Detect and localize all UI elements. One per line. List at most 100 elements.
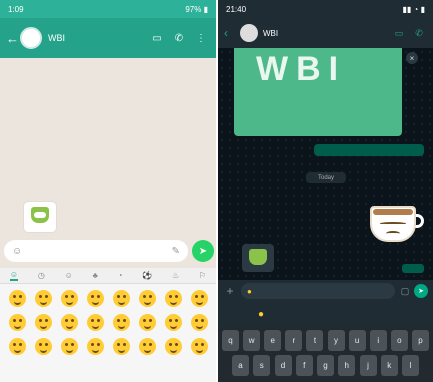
- key-d[interactable]: d: [274, 355, 292, 376]
- smiley-icon: [112, 337, 130, 355]
- emoji-key[interactable]: [30, 286, 56, 310]
- emoji-key[interactable]: [186, 286, 212, 310]
- emoji-key[interactable]: [4, 286, 30, 310]
- video-call-icon[interactable]: ▭: [391, 28, 407, 39]
- smiley-icon: [112, 289, 130, 307]
- contact-name[interactable]: WBI: [263, 29, 387, 38]
- attach-icon[interactable]: ✎: [172, 246, 180, 257]
- emoji-key[interactable]: [108, 310, 134, 334]
- emoji-key[interactable]: [134, 310, 160, 334]
- key-l[interactable]: l: [402, 355, 419, 376]
- key-g[interactable]: g: [317, 355, 334, 376]
- smiley-icon: [138, 289, 156, 307]
- emoji-key[interactable]: [82, 286, 108, 310]
- key-i[interactable]: i: [369, 330, 387, 351]
- voice-call-icon[interactable]: ✆: [170, 33, 188, 44]
- emoji-tab[interactable]: ♨: [172, 271, 179, 280]
- outgoing-message[interactable]: [314, 144, 424, 156]
- message-input[interactable]: ●: [241, 283, 395, 299]
- send-button[interactable]: ➤: [192, 240, 214, 262]
- emoji-tab[interactable]: ♣: [93, 271, 98, 280]
- key-e[interactable]: e: [264, 330, 282, 351]
- smiley-icon: [138, 337, 156, 355]
- smiley-icon: [112, 313, 130, 331]
- emoji-tab[interactable]: ☺: [65, 271, 73, 280]
- key-f[interactable]: f: [295, 355, 313, 376]
- smiley-icon: [138, 313, 156, 331]
- image-logo-text: WBI: [256, 50, 347, 88]
- emoji-key[interactable]: [160, 334, 186, 358]
- more-options-icon[interactable]: ⋮: [192, 33, 210, 44]
- emoji-icon[interactable]: ●: [247, 287, 252, 296]
- key-y[interactable]: y: [327, 330, 345, 351]
- key-h[interactable]: h: [338, 355, 356, 376]
- smiley-icon: [8, 313, 26, 331]
- status-indicators: ▮▮ ◔ ▮: [402, 4, 425, 14]
- key-s[interactable]: s: [253, 355, 271, 376]
- smiley-icon: [8, 289, 26, 307]
- emoji-key[interactable]: [186, 310, 212, 334]
- emoji-key[interactable]: [82, 334, 108, 358]
- message-time: [402, 264, 424, 273]
- sticker-message[interactable]: [242, 244, 274, 272]
- key-w[interactable]: w: [243, 330, 261, 351]
- emoji-tab[interactable]: ◷: [38, 271, 45, 280]
- suggestion-bar: ●: [218, 302, 433, 326]
- sticker-eyes: [380, 222, 406, 225]
- emoji-key[interactable]: [56, 334, 82, 358]
- emoji-key[interactable]: [186, 334, 212, 358]
- emoji-key[interactable]: [30, 334, 56, 358]
- smiley-icon: [190, 289, 208, 307]
- message-input[interactable]: ☺ ✎: [4, 240, 188, 262]
- emoji-key[interactable]: [4, 334, 30, 358]
- sticker-mouth: [386, 231, 400, 236]
- key-o[interactable]: o: [390, 330, 408, 351]
- keyboard-row-2: asdfghjkl: [222, 355, 429, 376]
- smiley-icon: [86, 337, 104, 355]
- key-u[interactable]: u: [348, 330, 366, 351]
- avatar[interactable]: [240, 24, 258, 42]
- back-chevron-icon[interactable]: ‹: [224, 26, 236, 40]
- coffee-cup-sticker[interactable]: [366, 200, 428, 250]
- sticker-message[interactable]: [24, 202, 56, 232]
- emoji-key[interactable]: [4, 310, 30, 334]
- emoji-key[interactable]: [160, 286, 186, 310]
- emoji-tab[interactable]: ☺: [9, 270, 19, 281]
- key-r[interactable]: r: [285, 330, 303, 351]
- emoji-key[interactable]: [108, 334, 134, 358]
- emoji-key[interactable]: [134, 334, 160, 358]
- avatar[interactable]: [20, 27, 42, 49]
- back-arrow-icon[interactable]: ←: [6, 31, 19, 46]
- emoji-key[interactable]: [108, 286, 134, 310]
- emoji-key[interactable]: [160, 310, 186, 334]
- key-q[interactable]: q: [222, 330, 239, 351]
- emoji-tab[interactable]: ⚽: [142, 271, 152, 280]
- chat-area: [0, 58, 216, 232]
- send-button[interactable]: ➤: [414, 284, 428, 298]
- emoji-tab[interactable]: ◔: [118, 271, 123, 280]
- close-icon[interactable]: ×: [406, 52, 418, 64]
- smiley-icon: [164, 313, 182, 331]
- sticker-icon[interactable]: ▢: [399, 286, 411, 297]
- suggested-emoji[interactable]: ●: [258, 309, 264, 320]
- key-j[interactable]: j: [359, 355, 377, 376]
- smiley-icon: [34, 313, 52, 331]
- emoji-key[interactable]: [30, 310, 56, 334]
- image-message[interactable]: WBI: [234, 48, 402, 136]
- key-k[interactable]: k: [380, 355, 398, 376]
- emoji-icon[interactable]: ☺: [12, 246, 22, 257]
- key-a[interactable]: a: [232, 355, 249, 376]
- emoji-key[interactable]: [56, 310, 82, 334]
- key-p[interactable]: p: [411, 330, 429, 351]
- emoji-key[interactable]: [134, 286, 160, 310]
- plus-icon[interactable]: +: [223, 284, 237, 298]
- emoji-key[interactable]: [56, 286, 82, 310]
- key-t[interactable]: t: [306, 330, 324, 351]
- cup-sticker-icon: [249, 249, 267, 265]
- voice-call-icon[interactable]: ✆: [411, 28, 427, 39]
- status-bar: 1:09 97% ▮: [0, 0, 216, 18]
- video-call-icon[interactable]: ▭: [148, 33, 166, 44]
- emoji-key[interactable]: [82, 310, 108, 334]
- emoji-tab[interactable]: ⚐: [199, 271, 206, 280]
- contact-name[interactable]: WBI: [48, 33, 144, 43]
